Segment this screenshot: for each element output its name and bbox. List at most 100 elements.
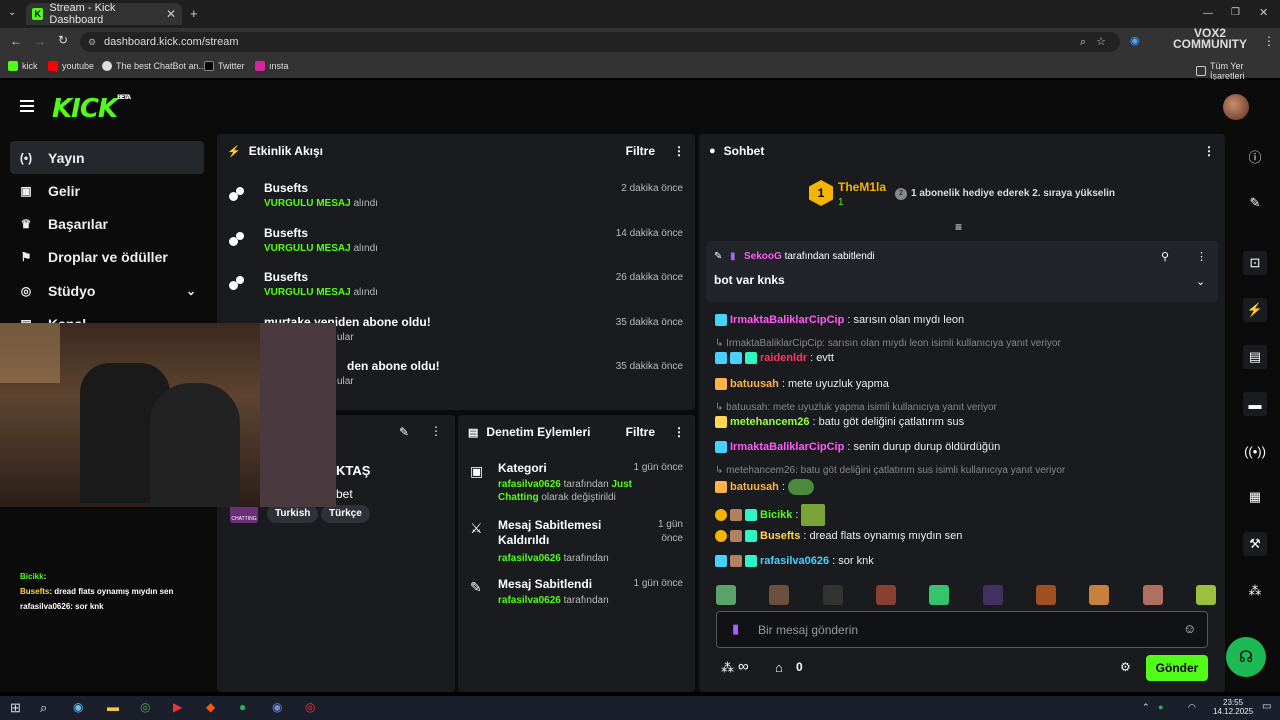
edit-icon[interactable]: ✎	[399, 425, 409, 439]
back-icon[interactable]: ←	[10, 34, 22, 48]
chat-bubble-icon[interactable]: ▬	[1243, 392, 1267, 416]
kick-logo[interactable]: KICKBETA	[52, 94, 131, 124]
points-icon[interactable]: ⁂	[721, 660, 734, 676]
chat-user[interactable]: rafasilva0626	[760, 555, 829, 567]
pin-toggle-icon[interactable]: ⚲	[1161, 250, 1169, 263]
url-field[interactable]: ⚙ dashboard.kick.com/stream ⌕ ☆	[80, 32, 1120, 52]
drops-icon[interactable]: ⌂	[775, 660, 783, 675]
users-icon[interactable]: ⁂	[1243, 579, 1267, 603]
bookmark-twitter[interactable]: Twitter	[204, 61, 245, 71]
sidebar-item-droplar[interactable]: ⚑ Droplar ve ödüller	[10, 240, 204, 273]
reload-icon[interactable]: ↻	[58, 33, 68, 47]
clock[interactable]: 23:55 14.12.2025	[1213, 698, 1253, 716]
filter-button[interactable]: Filtre	[626, 425, 655, 439]
event-user[interactable]: Busefts	[264, 226, 308, 240]
new-tab-icon[interactable]: +	[190, 6, 198, 21]
more-icon[interactable]: ⋮	[673, 425, 685, 439]
bookmark-kick[interactable]: kick	[8, 61, 38, 71]
sidebar-item-basarilar[interactable]: ♛ Başarılar	[10, 207, 204, 240]
bookmark-insta[interactable]: ınsta	[255, 61, 289, 71]
folder-icon[interactable]: ▬	[107, 700, 119, 714]
action-user[interactable]: rafasilva0626	[498, 479, 561, 490]
chat-input[interactable]: ▮ Bir mesaj gönderin ☺	[716, 611, 1208, 648]
emote-button[interactable]	[822, 585, 843, 605]
more-icon[interactable]: ⋮	[430, 424, 442, 438]
action-user[interactable]: rafasilva0626	[498, 553, 561, 564]
discord-icon[interactable]: ◉	[272, 700, 282, 714]
broadcast-icon[interactable]: ((•))	[1243, 439, 1267, 463]
chevron-down-icon[interactable]: ⌄	[1196, 275, 1205, 288]
tab-list-icon[interactable]: ⌄	[8, 7, 16, 18]
tray-app-icon[interactable]: ●	[1158, 702, 1163, 712]
event-user[interactable]: Busefts	[264, 270, 308, 284]
emote-button[interactable]	[982, 585, 1003, 605]
document-icon[interactable]: ▤	[1243, 345, 1267, 369]
chat-user[interactable]: Bicikk	[760, 509, 792, 521]
chat-user[interactable]: batuusah	[730, 481, 779, 493]
browser-menu-icon[interactable]: ⋮	[1263, 34, 1275, 48]
event-user[interactable]: Busefts	[264, 181, 308, 195]
chat-user[interactable]: raidenldr	[760, 352, 807, 364]
top-gifter-name[interactable]: TheM1la	[838, 180, 886, 194]
info-icon[interactable]: ⓘ	[1243, 144, 1267, 168]
emote-button[interactable]	[1089, 585, 1110, 605]
menu-icon[interactable]	[20, 100, 34, 112]
wifi-icon[interactable]: ◠	[1188, 702, 1196, 713]
support-headset-icon[interactable]: ☊	[1226, 637, 1266, 677]
brave-icon[interactable]: ◆	[206, 700, 215, 714]
avatar[interactable]	[1223, 94, 1249, 120]
close-window-icon[interactable]: ✕	[1259, 6, 1268, 19]
lightning-icon[interactable]: ⚡	[1243, 298, 1267, 322]
forward-icon[interactable]: →	[34, 34, 46, 48]
action-user[interactable]: rafasilva0626	[498, 595, 561, 606]
emote-button[interactable]	[929, 585, 950, 605]
youtube-icon[interactable]: ▶	[173, 700, 182, 714]
pinned-user[interactable]: SekooG	[744, 251, 782, 262]
windows-start-icon[interactable]: ⊞	[10, 700, 21, 716]
chat-user[interactable]: batuusah	[730, 378, 779, 390]
emote-button[interactable]	[716, 585, 736, 605]
restore-icon[interactable]: ❐	[1231, 7, 1240, 18]
sidebar-item-yayin[interactable]: (•) Yayın	[10, 141, 204, 174]
bookmark-star-icon[interactable]: ☆	[1096, 32, 1106, 52]
extension-icon[interactable]: ◉	[1130, 34, 1140, 47]
chat-user[interactable]: Busefts	[760, 530, 800, 542]
category-thumbnail[interactable]: CHATTING	[230, 505, 258, 523]
tag-chip[interactable]: Turkish	[267, 505, 319, 523]
event-user[interactable]: den abone oldu!	[347, 359, 440, 373]
sidebar-item-gelir[interactable]: ▣ Gelir	[10, 174, 204, 207]
emote-button[interactable]	[1142, 585, 1163, 605]
emote-button[interactable]	[875, 585, 896, 605]
zoom-icon[interactable]: ⌕	[1080, 32, 1086, 52]
recorder-icon[interactable]: ◎	[305, 700, 315, 714]
emoji-icon[interactable]: ☺	[1183, 621, 1196, 636]
all-bookmarks[interactable]: Tüm Yer İşaretleri	[1196, 61, 1280, 81]
site-info-icon[interactable]: ⚙	[88, 32, 96, 52]
collapse-icon[interactable]: ≡	[955, 220, 962, 234]
send-button[interactable]: Gönder	[1146, 655, 1208, 681]
chat-user[interactable]: metehancem26	[730, 416, 810, 428]
spotify-icon[interactable]: ●	[239, 700, 246, 714]
search-icon[interactable]: ⌕	[40, 700, 47, 716]
browser-tab[interactable]: K Stream - Kick Dashboard ✕	[26, 2, 182, 26]
tag-chip[interactable]: Türkçe	[321, 505, 370, 523]
chat-user[interactable]: IrmaktaBaliklarCipCip	[730, 314, 844, 326]
more-icon[interactable]: ⋮	[1203, 144, 1215, 158]
settings-gear-icon[interactable]: ⚙	[1120, 660, 1131, 674]
chrome-icon[interactable]: ◎	[140, 700, 150, 714]
emote-button[interactable]	[1035, 585, 1056, 605]
edit-icon[interactable]: ✎	[1243, 191, 1267, 215]
filter-button[interactable]: Filtre	[626, 144, 655, 158]
bookmark-youtube[interactable]: youtube	[48, 61, 94, 71]
sidebar-item-studyo[interactable]: ◎ Stüdyo ⌄	[10, 274, 204, 307]
layout-icon[interactable]: ▦	[1243, 485, 1267, 509]
minimize-icon[interactable]: —	[1203, 8, 1213, 19]
close-tab-icon[interactable]: ✕	[166, 7, 176, 21]
tray-expand-icon[interactable]: ⌃	[1142, 702, 1150, 713]
steam-icon[interactable]: ◉	[73, 700, 83, 714]
more-icon[interactable]: ⋮	[673, 144, 685, 158]
focus-icon[interactable]: ⊡	[1243, 251, 1267, 275]
emote-button[interactable]	[1195, 585, 1216, 605]
more-icon[interactable]: ⋮	[1196, 250, 1207, 263]
emote-button[interactable]	[769, 585, 790, 605]
